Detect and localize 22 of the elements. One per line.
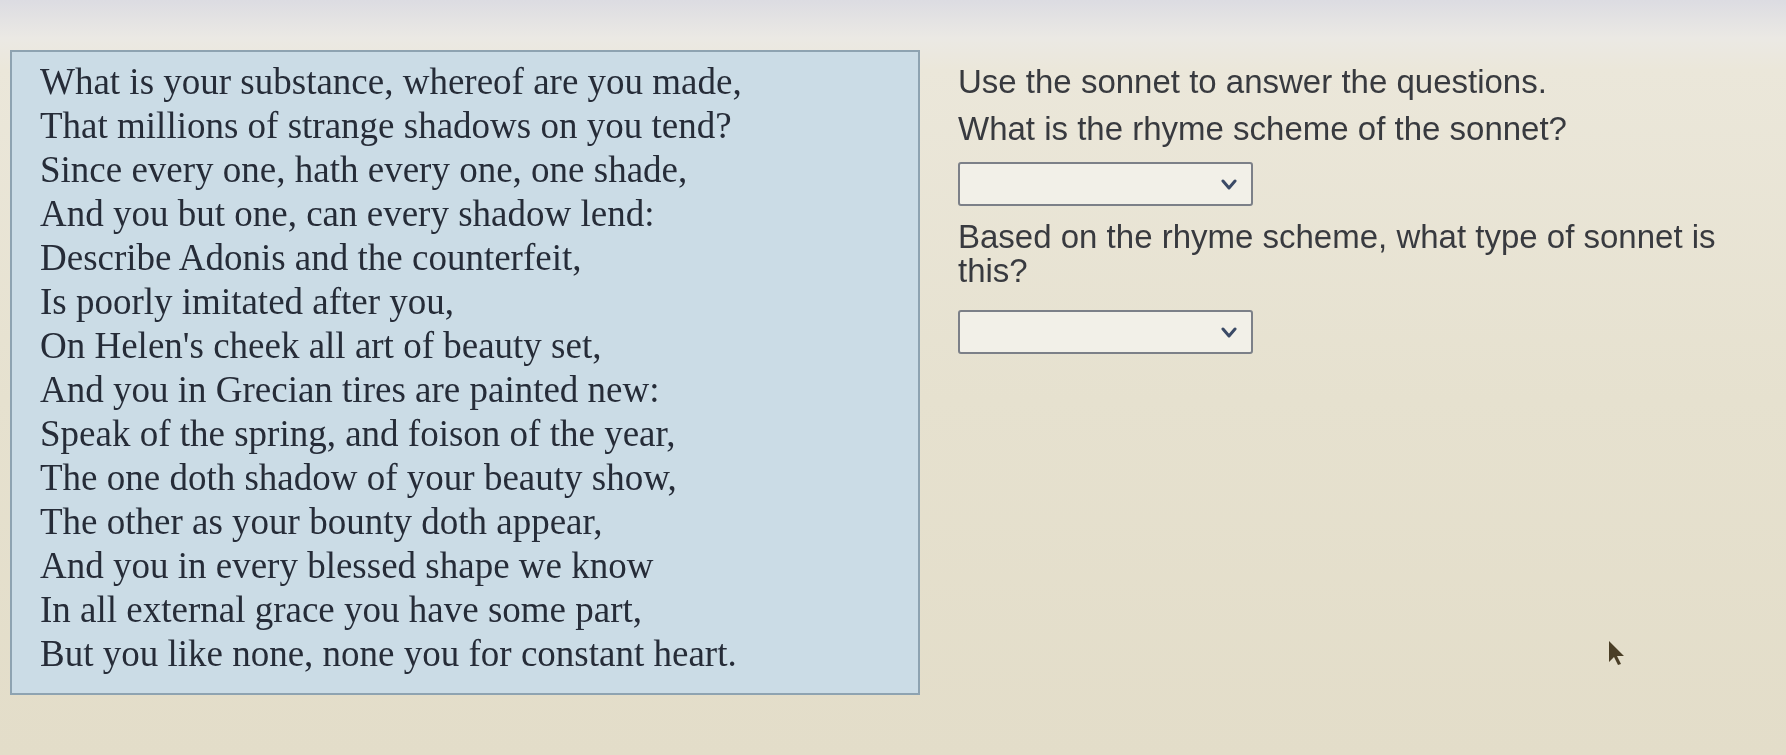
poem-line: Since every one, hath every one, one shade,	[40, 148, 689, 192]
poem-line: And you but one, can every shadow lend:	[40, 192, 656, 236]
chevron-down-icon	[1221, 178, 1237, 190]
poem-line: And you in every blessed shape we know	[40, 544, 655, 588]
question-text: Based on the rhyme scheme, what type of sonnet is this?	[958, 220, 1717, 288]
cursor-icon	[1608, 640, 1626, 666]
dropdown-field[interactable]	[958, 162, 1253, 206]
dropdown-field[interactable]	[958, 310, 1253, 354]
poem-line: Is poorly imitated after you,	[40, 280, 456, 324]
poem-line: And you in Grecian tires are painted new:	[40, 368, 661, 412]
instructions-text: Use the sonnet to answer the questions.	[958, 65, 1548, 99]
poem-line: Speak of the spring, and foison of the year,	[40, 412, 677, 456]
poem-line: That millions of strange shadows on you tend?	[40, 104, 733, 148]
poem-line: The one doth shadow of your beauty show,	[40, 456, 678, 500]
poem-line: On Helen's cheek all art of beauty set,	[40, 324, 603, 368]
poem-line: What is your substance, whereof are you made,	[40, 60, 743, 104]
poem-line: The other as your bounty doth appear,	[40, 500, 604, 544]
poem-line: Describe Adonis and the counterfeit,	[40, 236, 583, 280]
poem-line: But you like none, none you for constant heart.	[40, 632, 738, 676]
question-text: What is the rhyme scheme of the sonnet?	[958, 112, 1568, 146]
chevron-down-icon	[1221, 326, 1237, 338]
poem-line: In all external grace you have some part,	[40, 588, 643, 632]
